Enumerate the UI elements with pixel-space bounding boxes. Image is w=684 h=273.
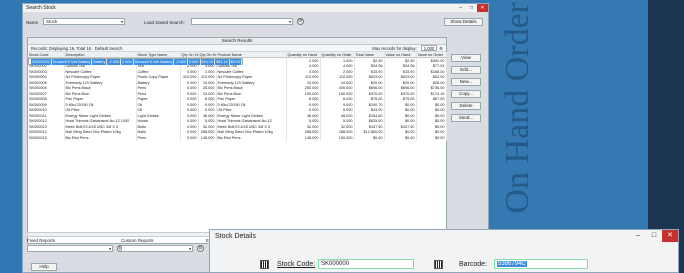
- maximize-button[interactable]: □: [466, 4, 477, 12]
- name-select[interactable]: Stock ▾: [43, 18, 125, 25]
- chevron-down-icon: ▾: [120, 19, 123, 24]
- table-cell: Bic Red Pens: [64, 135, 137, 141]
- table-cell: 145.000: [286, 135, 321, 141]
- saved-search-label: Load Saved Search:: [144, 20, 185, 25]
- name-label: Name: [26, 20, 39, 25]
- table-cell: Bic Red Pens: [216, 135, 287, 141]
- search-results-panel: Search Results Records: Displaying 16, T…: [27, 37, 447, 244]
- column-header[interactable]: Value on Hand: [384, 52, 417, 58]
- table-cell: -2.000: [173, 59, 189, 65]
- table-cell: 150.000: [320, 135, 355, 141]
- chevron-down-icon: ▾: [188, 246, 191, 251]
- column-header[interactable]: Quantity on Hand: [286, 52, 321, 58]
- table-cell: 110.000: [198, 74, 217, 80]
- saved-search-select[interactable]: ▾: [191, 18, 293, 25]
- table-cell: SK000015: [28, 135, 65, 141]
- custom-reports-label: Custom Reports: [121, 238, 154, 243]
- records-info-bar: Records: Displaying 16, Total 16 · Defau…: [28, 45, 446, 52]
- barcode-input[interactable]: 5386794C: [494, 259, 588, 269]
- refresh-icon[interactable]: ⟳: [297, 18, 304, 25]
- max-records-input[interactable]: 1,000: [420, 45, 438, 51]
- stock-code-input[interactable]: SK000000: [318, 259, 414, 269]
- fixed-reports-select[interactable]: ▾: [27, 245, 113, 252]
- table-cell: -110.000: [180, 74, 199, 80]
- column-header[interactable]: Stock Type Name: [136, 52, 181, 58]
- barcode-icon: [434, 260, 443, 269]
- results-table: Stock Code Description Stock Type Name Qty …: [28, 52, 447, 141]
- column-header[interactable]: Value on Order: [416, 52, 447, 58]
- window-title: Search Stock: [26, 5, 56, 11]
- stock-details-titlebar: Stock Details – □ ✕: [210, 230, 678, 242]
- background-window-text: On Hand Order: [499, 2, 536, 214]
- window-titlebar: Search Stock – □ ✕: [23, 4, 488, 12]
- close-button[interactable]: ✕: [662, 230, 678, 242]
- table-cell: 2.000: [120, 59, 134, 65]
- column-header[interactable]: Quantity on Order: [320, 52, 355, 58]
- new-button[interactable]: New...: [451, 78, 481, 86]
- table-cell: $0.00: [416, 135, 447, 141]
- column-header[interactable]: Product Name: [216, 52, 287, 58]
- run-custom-report-icon[interactable]: ⊙: [197, 245, 204, 252]
- view-button[interactable]: View: [451, 54, 481, 62]
- delete-button[interactable]: Delete: [451, 102, 481, 110]
- stock-code-label: Stock Code:: [277, 261, 316, 268]
- minimize-button[interactable]: –: [630, 230, 646, 242]
- table-cell: 288.000: [198, 129, 217, 135]
- table-cell: $0.00: [354, 135, 385, 141]
- stock-details-title: Stock Details: [215, 232, 256, 240]
- table-cell: $54.10: [200, 59, 216, 65]
- table-cell: -2.000: [106, 59, 122, 65]
- barcode-icon: [260, 260, 269, 269]
- chevron-down-icon: ▾: [108, 246, 111, 251]
- table-row[interactable]: SK000000 Duracell 9 Volt Battery Battery -2…: [28, 58, 244, 65]
- max-records-label: Max records for display:: [372, 46, 417, 51]
- table-cell: Hoist Trimmix Galvanised No.12 1000: [64, 118, 137, 124]
- copy-button[interactable]: Copy...: [451, 90, 481, 98]
- custom-reports-select[interactable]: ▾: [121, 245, 193, 252]
- edit-button[interactable]: Edit...: [451, 66, 481, 74]
- table-row[interactable]: SK000015 Bic Red Pens Pens 0.000 145.000 Bic …: [28, 135, 447, 141]
- column-header[interactable]: Total Value: [354, 52, 385, 58]
- table-cell: Duracell 9 Volt Battery: [51, 59, 93, 65]
- chevron-down-icon: ▾: [288, 19, 291, 24]
- table-cell: SK000000: [31, 59, 52, 65]
- table-cell: $54.10: [214, 59, 230, 65]
- table-cell: Duracell 9 Volt Battery: [133, 59, 175, 65]
- column-header[interactable]: Qty On Ord: [180, 52, 199, 58]
- column-header[interactable]: Qty On Hand: [198, 52, 217, 58]
- help-button[interactable]: Help: [31, 263, 57, 271]
- table-cell: 145.000: [198, 135, 217, 141]
- table-cell: $0.00: [229, 59, 243, 65]
- records-text: Records: Displaying 16, Total 16 · Defau…: [31, 46, 123, 51]
- table-cell: Pens: [136, 135, 181, 141]
- maximize-button[interactable]: □: [646, 230, 662, 242]
- fixed-reports-label: Fixed Reports: [27, 238, 56, 243]
- table-cell: $0.00: [384, 135, 417, 141]
- show-details-button[interactable]: Show Details: [444, 18, 483, 26]
- stock-details-window: Stock Details – □ ✕ Stock Code: SK000000…: [209, 229, 679, 273]
- table-cell: Battery: [91, 59, 108, 65]
- send-button[interactable]: Send...: [451, 114, 481, 122]
- close-button[interactable]: ✕: [477, 4, 488, 12]
- search-results-header: Search Results: [28, 38, 446, 45]
- minimize-button[interactable]: –: [455, 4, 466, 12]
- settings-icon[interactable]: ⚙: [439, 45, 443, 51]
- table-cell: 2.000: [187, 59, 201, 65]
- table-cell: 0.000: [180, 135, 199, 141]
- barcode-label: Barcode:: [459, 261, 488, 268]
- column-header[interactable]: Description: [64, 52, 137, 58]
